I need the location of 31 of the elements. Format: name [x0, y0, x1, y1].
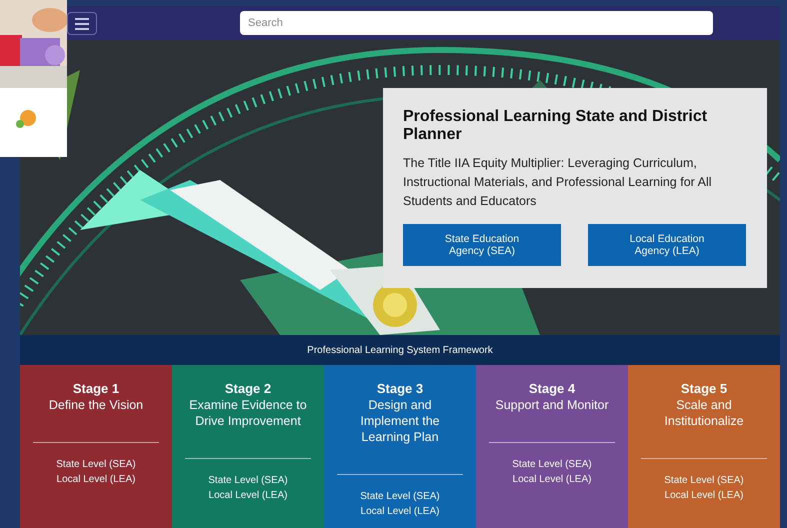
- stage-title: Scale and Institutionalize: [663, 397, 745, 429]
- level-link[interactable]: Local Level (LEA): [208, 488, 288, 503]
- stage-label: Stage 5: [680, 381, 728, 397]
- level-link[interactable]: State Level (SEA): [664, 473, 744, 488]
- stage-title: Examine Evidence to Drive Improvement: [188, 397, 308, 429]
- card-title: Professional Learning State and District Planner: [403, 108, 708, 144]
- level-link[interactable]: State Level (SEA): [56, 457, 136, 472]
- stage-title: Define the Vision: [48, 397, 144, 413]
- search-field[interactable]: Search: [240, 11, 713, 35]
- level-link[interactable]: Local Level (LEA): [512, 472, 592, 487]
- stage-label: Stage 4: [528, 381, 576, 397]
- level-link[interactable]: State Level (SEA): [208, 473, 288, 488]
- card-subtitle: The Title IIA Equity Multiplier: Leveraging Curriculum, Instructional Materials, and Professional Learning for All Students and Educators: [403, 155, 712, 210]
- stage-panel[interactable]: Stage 4 Support and Monitor State Level (SEA) Local Level (LEA): [476, 365, 628, 528]
- framework-title: Professional Learning System Framework: [307, 344, 493, 358]
- stage-panel[interactable]: Stage 5 Scale and Institutionalize State Level (SEA) Local Level (LEA): [628, 365, 780, 528]
- stage-panel[interactable]: Stage 2 Examine Evidence to Drive Improvement State Level (SEA) Local Level (LEA): [172, 365, 324, 528]
- stage-panel[interactable]: Stage 3 Design and Implement the Learning Plan State Level (SEA) Local Level (LEA): [324, 365, 476, 528]
- level-link[interactable]: Local Level (LEA): [360, 504, 440, 519]
- stage-label: Stage 2: [224, 381, 272, 397]
- level-link[interactable]: Local Level (LEA): [664, 488, 744, 503]
- level-link[interactable]: Local Level (LEA): [56, 472, 136, 487]
- stage-panel[interactable]: Stage 1 Define the Vision State Level (SEA) Local Level (LEA): [20, 365, 172, 528]
- agency-button[interactable]: State Education Agency (SEA): [403, 224, 561, 266]
- stage-title: Support and Monitor: [494, 397, 610, 413]
- level-link[interactable]: State Level (SEA): [512, 457, 592, 472]
- stage-label: Stage 3: [376, 381, 424, 397]
- agency-button[interactable]: Local Education Agency (LEA): [588, 224, 746, 266]
- stage-label: Stage 1: [72, 381, 120, 397]
- stage-title: Design and Implement the Learning Plan: [359, 397, 441, 445]
- level-link[interactable]: State Level (SEA): [360, 489, 440, 504]
